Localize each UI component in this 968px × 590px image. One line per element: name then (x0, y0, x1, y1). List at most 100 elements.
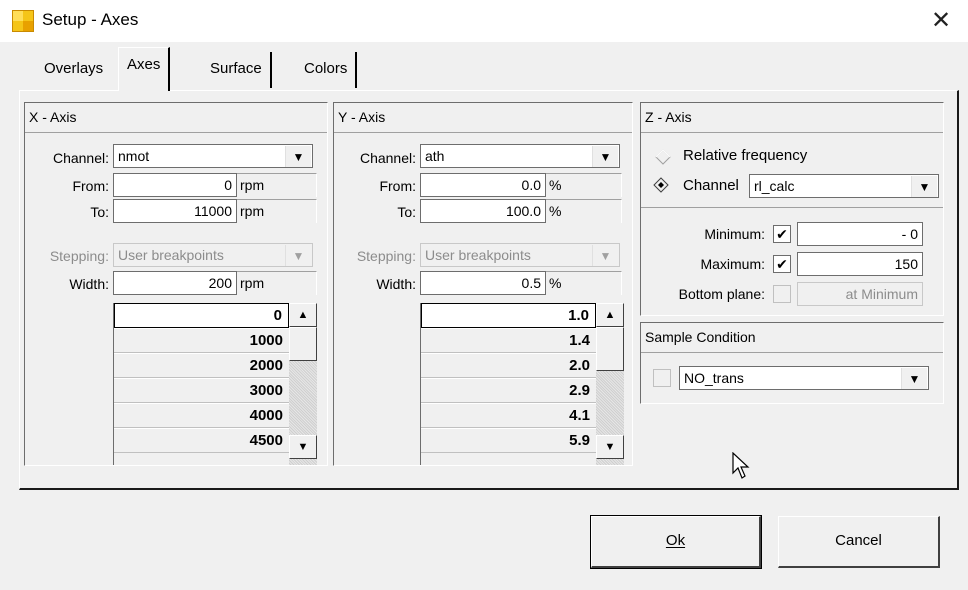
y-to-label: To: (397, 204, 416, 220)
y-breakpoint-list[interactable]: 1.0 1.4 2.0 2.9 4.1 5.9 (420, 303, 596, 465)
tab-colors-label: Colors (304, 60, 348, 77)
list-item[interactable]: 2.0 (421, 353, 596, 378)
chevron-down-icon: ▼ (285, 245, 311, 266)
cancel-button[interactable]: Cancel (778, 516, 940, 568)
chevron-down-icon[interactable]: ▼ (285, 146, 311, 167)
x-width-label: Width: (69, 276, 109, 292)
z-axis-header: Z - Axis (641, 103, 943, 133)
y-from-input[interactable]: 0.0 (420, 173, 546, 197)
chevron-down-icon: ▼ (592, 245, 618, 266)
scroll-down-icon[interactable]: ▼ (289, 435, 317, 459)
list-item[interactable]: 2000 (114, 353, 289, 378)
y-stepping-value: User breakpoints (425, 247, 531, 263)
tab-surface[interactable]: Surface (202, 52, 272, 88)
y-stepping-label: Stepping: (356, 248, 416, 264)
z-channel-value: rl_calc (754, 178, 795, 194)
bottom-plane-checkbox[interactable] (773, 285, 791, 303)
sample-condition-panel: Sample Condition NO_trans ▼ (640, 322, 944, 404)
mouse-pointer-icon (732, 452, 750, 479)
list-item[interactable]: 4.1 (421, 403, 596, 428)
y-axis-panel: Y - Axis Channel: ath ▼ From: 0.0 % To: … (333, 102, 633, 466)
bottom-plane-input: at Minimum (797, 282, 923, 306)
minimum-input[interactable]: - 0 (797, 222, 923, 246)
relative-frequency-radio[interactable] (655, 149, 675, 169)
y-channel-combo[interactable]: ath ▼ (420, 144, 620, 168)
maximum-input[interactable]: 150 (797, 252, 923, 276)
minimum-checkbox[interactable]: ✔ (773, 225, 791, 243)
scroll-up-icon[interactable]: ▲ (289, 303, 317, 327)
x-channel-combo[interactable]: nmot ▼ (113, 144, 313, 168)
y-to-input[interactable]: 100.0 (420, 199, 546, 223)
x-to-label: To: (90, 204, 109, 220)
x-width-unit: rpm (237, 271, 317, 295)
y-width-input[interactable]: 0.5 (420, 271, 546, 295)
tab-colors[interactable]: Colors (296, 52, 358, 88)
y-stepping-combo: User breakpoints ▼ (420, 243, 620, 267)
x-from-label: From: (72, 178, 109, 194)
y-to-unit: % (546, 199, 622, 223)
y-from-unit: % (546, 173, 622, 197)
y-from-label: From: (379, 178, 416, 194)
tab-overlays-label: Overlays (44, 60, 104, 77)
y-channel-label: Channel: (359, 150, 416, 166)
x-stepping-combo: User breakpoints ▼ (113, 243, 313, 267)
sample-condition-value: NO_trans (684, 370, 744, 386)
list-item[interactable]: 4000 (114, 403, 289, 428)
scroll-down-icon[interactable]: ▼ (596, 435, 624, 459)
maximum-checkbox[interactable]: ✔ (773, 255, 791, 273)
list-item[interactable]: 2.9 (421, 378, 596, 403)
ok-button-label: Ok (665, 532, 686, 549)
x-channel-label: Channel: (52, 150, 109, 166)
x-stepping-value: User breakpoints (118, 247, 224, 263)
minimum-label: Minimum: (704, 226, 765, 242)
x-channel-value: nmot (118, 148, 150, 164)
tab-axes[interactable]: Axes (118, 47, 171, 91)
relative-frequency-label: Relative frequency (683, 147, 808, 164)
sample-condition-combo[interactable]: NO_trans ▼ (679, 366, 929, 390)
x-breakpoint-list[interactable]: 0 1000 2000 3000 4000 4500 (113, 303, 289, 465)
checkmark-icon: ✔ (776, 256, 788, 272)
y-channel-value: ath (425, 148, 445, 164)
window-title: Setup - Axes (42, 10, 139, 29)
x-from-input[interactable]: 0 (113, 173, 237, 197)
chevron-down-icon[interactable]: ▼ (911, 176, 937, 197)
divider (641, 207, 943, 208)
z-channel-combo[interactable]: rl_calc ▼ (749, 174, 939, 198)
list-item[interactable]: 3000 (114, 378, 289, 403)
tab-overlays[interactable]: Overlays (36, 52, 112, 88)
cancel-button-label: Cancel (835, 532, 882, 549)
list-item[interactable]: 1000 (114, 328, 289, 353)
list-item[interactable]: 1.0 (421, 303, 596, 328)
y-width-unit: % (546, 271, 622, 295)
ok-button[interactable]: Ok (590, 515, 762, 569)
list-item[interactable]: 4500 (114, 428, 289, 453)
x-from-unit: rpm (237, 173, 317, 197)
x-to-input[interactable]: 11000 (113, 199, 237, 223)
y-axis-header: Y - Axis (334, 103, 632, 133)
x-width-input[interactable]: 200 (113, 271, 237, 295)
list-item[interactable]: 5.9 (421, 428, 596, 453)
title-bar: Setup - Axes ✕ (0, 0, 968, 42)
chevron-down-icon[interactable]: ▼ (901, 368, 927, 389)
y-scroll-thumb[interactable] (596, 327, 624, 371)
y-list-scrollbar[interactable]: ▲ ▼ (596, 303, 624, 465)
list-item[interactable]: 1.4 (421, 328, 596, 353)
z-axis-panel: Z - Axis Relative frequency Channel rl_c… (640, 102, 944, 316)
close-icon[interactable]: ✕ (926, 6, 956, 36)
app-icon (12, 10, 34, 32)
list-item[interactable]: 0 (114, 303, 289, 328)
chevron-down-icon[interactable]: ▼ (592, 146, 618, 167)
sample-condition-checkbox[interactable] (653, 369, 671, 387)
y-width-label: Width: (376, 276, 416, 292)
maximum-label: Maximum: (700, 256, 765, 272)
scroll-up-icon[interactable]: ▲ (596, 303, 624, 327)
x-stepping-label: Stepping: (49, 248, 109, 264)
x-list-scrollbar[interactable]: ▲ ▼ (289, 303, 317, 465)
tab-surface-label: Surface (210, 60, 262, 77)
diamond-radio-icon (655, 149, 671, 165)
x-axis-panel: X - Axis Channel: nmot ▼ From: 0 rpm To:… (24, 102, 328, 466)
channel-radio[interactable] (653, 177, 673, 197)
bottom-plane-label: Bottom plane: (678, 286, 765, 302)
diamond-radio-selected-icon (653, 177, 669, 193)
x-scroll-thumb[interactable] (289, 327, 317, 361)
